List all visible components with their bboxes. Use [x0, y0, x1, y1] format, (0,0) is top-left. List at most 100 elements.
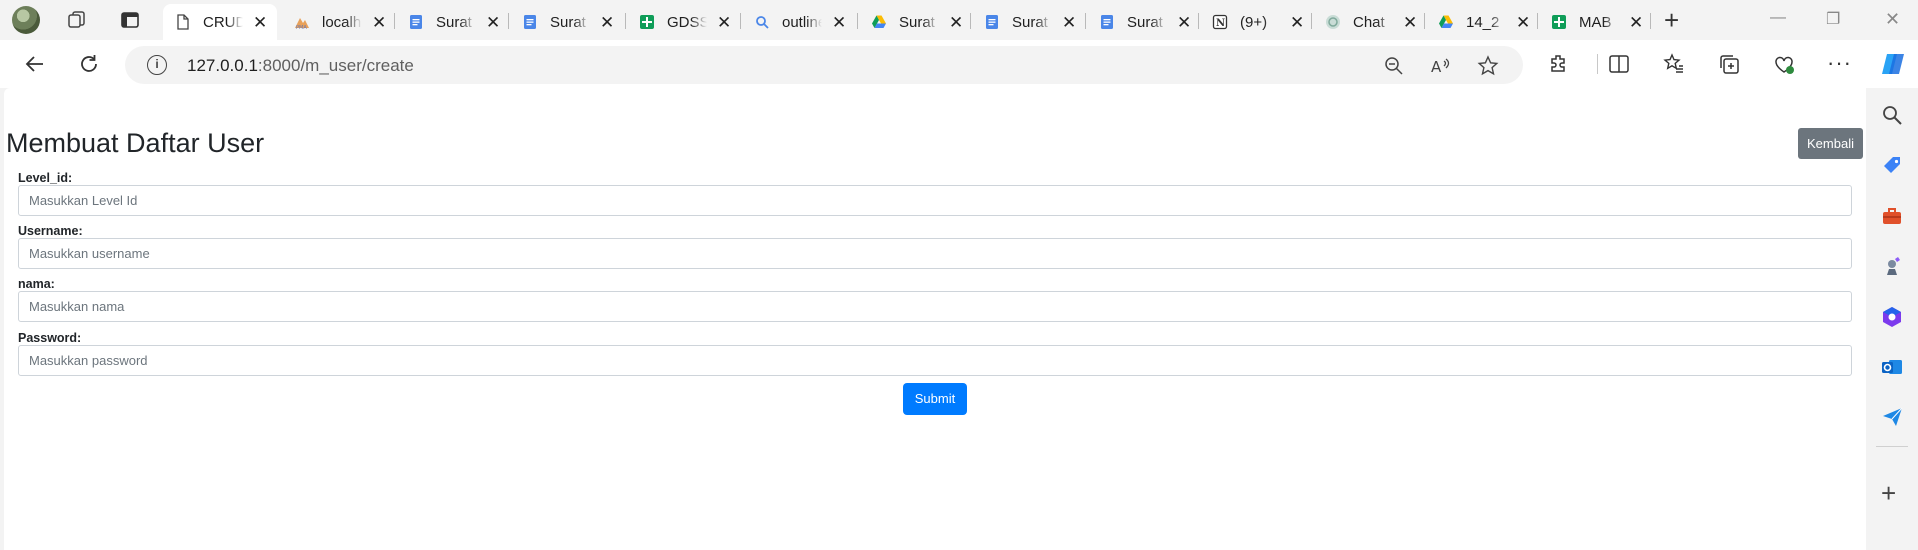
nama-label: nama: — [18, 277, 55, 291]
tab-chatgpt[interactable]: Chat ✕ — [1313, 4, 1423, 40]
password-input[interactable]: Masukkan password — [18, 345, 1852, 376]
address-bar[interactable]: i 127.0.0.1:8000/m_user/create A — [125, 46, 1523, 84]
tab-drive-14[interactable]: 14_2 ✕ — [1426, 4, 1534, 40]
collections-icon[interactable] — [1718, 53, 1740, 75]
docs-icon — [986, 15, 998, 29]
tab-surat-1[interactable]: Surat ✕ — [396, 4, 504, 40]
shopping-tag-icon[interactable] — [1881, 155, 1903, 177]
browser-essentials-icon[interactable] — [1773, 53, 1795, 75]
search-icon — [756, 16, 769, 29]
tools-icon[interactable] — [1881, 205, 1903, 227]
docs-icon — [524, 15, 536, 29]
search-icon[interactable] — [1881, 104, 1903, 126]
outlook-icon[interactable] — [1881, 356, 1903, 378]
read-aloud-icon[interactable]: A — [1430, 55, 1452, 77]
sheets-icon — [640, 15, 654, 29]
minimize-icon[interactable]: — — [1770, 9, 1786, 27]
back-button[interactable] — [21, 50, 49, 78]
tab-strip: CRUD ✕ PMA localhost ✕ Surat ✕ Surat ✕ G… — [0, 0, 1918, 40]
tab-title: CRUD — [203, 13, 243, 31]
drive-icon — [1439, 15, 1453, 28]
tab-title: 14_2 — [1466, 13, 1500, 31]
close-icon[interactable]: ✕ — [949, 14, 963, 31]
close-icon[interactable]: ✕ — [832, 14, 846, 31]
tab-surat-2[interactable]: Surat ✕ — [510, 4, 622, 40]
tab-localhost[interactable]: PMA localhost ✕ — [282, 4, 390, 40]
vertical-tabs-icon[interactable] — [120, 10, 140, 30]
arrow-left-icon — [25, 56, 43, 72]
level-id-input[interactable]: Masukkan Level Id — [18, 185, 1852, 216]
tab-separator — [1537, 13, 1538, 29]
close-icon[interactable]: ✕ — [1629, 14, 1643, 31]
close-icon[interactable]: ✕ — [717, 14, 731, 31]
copilot-icon[interactable] — [1880, 51, 1906, 77]
tab-separator — [508, 13, 509, 29]
password-label: Password: — [18, 331, 82, 345]
new-tab-button[interactable]: + — [1664, 7, 1679, 33]
tab-separator — [394, 13, 395, 29]
username-label: Username: — [18, 224, 83, 238]
close-icon[interactable]: ✕ — [1290, 14, 1304, 31]
tab-separator — [1085, 13, 1086, 29]
phpmyadmin-icon: PMA — [295, 18, 309, 30]
url-text[interactable]: 127.0.0.1:8000/m_user/create — [187, 56, 414, 76]
url-path: :8000/m_user/create — [257, 56, 414, 75]
favorite-star-icon[interactable] — [1477, 55, 1499, 77]
close-icon[interactable]: ✕ — [1516, 14, 1530, 31]
tab-outline[interactable]: outline ✕ — [742, 4, 854, 40]
workspaces-icon[interactable] — [67, 10, 87, 30]
tab-notion[interactable]: N (9+) ✕ — [1200, 4, 1310, 40]
tab-title: Surat — [899, 13, 935, 31]
refresh-button[interactable] — [75, 50, 103, 78]
tab-separator — [740, 13, 741, 29]
tab-surat-3[interactable]: Surat ✕ — [972, 4, 1082, 40]
tab-separator — [1424, 13, 1425, 29]
tab-title: outline — [782, 13, 822, 31]
nama-input[interactable]: Masukkan nama — [18, 291, 1852, 322]
close-icon[interactable]: ✕ — [600, 14, 614, 31]
tab-title: Surat — [550, 13, 586, 31]
submit-button[interactable]: Submit — [903, 383, 967, 415]
tab-separator — [1198, 13, 1199, 29]
close-icon[interactable]: ✕ — [1062, 14, 1076, 31]
more-options-icon[interactable]: ··· — [1827, 50, 1852, 76]
browser-toolbar: i 127.0.0.1:8000/m_user/create A ··· — [0, 40, 1918, 88]
close-icon[interactable]: ✕ — [372, 14, 386, 31]
close-icon[interactable]: ✕ — [253, 14, 267, 31]
split-screen-icon[interactable] — [1608, 53, 1630, 75]
tab-separator — [857, 13, 858, 29]
tab-separator — [1311, 13, 1312, 29]
extensions-icon[interactable] — [1548, 53, 1570, 75]
svg-text:PMA: PMA — [296, 25, 307, 30]
tab-surat-drive[interactable]: Surat ✕ — [859, 4, 967, 40]
microsoft-365-icon[interactable] — [1881, 306, 1903, 328]
url-host: 127.0.0.1 — [187, 56, 258, 75]
add-sidebar-item-icon[interactable]: + — [1881, 480, 1896, 506]
zoom-out-icon[interactable] — [1383, 55, 1405, 77]
chatgpt-icon — [1326, 15, 1340, 29]
tab-separator — [1650, 13, 1651, 29]
tab-gdss[interactable]: GDSS ✕ — [627, 4, 737, 40]
send-icon[interactable] — [1881, 406, 1903, 428]
site-info-icon[interactable]: i — [147, 55, 167, 75]
tab-title: localhost — [322, 13, 362, 31]
close-icon[interactable]: ✕ — [1177, 14, 1191, 31]
close-icon[interactable]: ✕ — [486, 14, 500, 31]
tab-mab[interactable]: MAB ✕ — [1539, 4, 1649, 40]
sidebar-separator — [1876, 446, 1908, 447]
tab-title: Surat — [1127, 13, 1163, 31]
close-window-icon[interactable]: ✕ — [1885, 9, 1900, 30]
games-icon[interactable] — [1881, 255, 1903, 277]
profile-avatar[interactable] — [12, 6, 40, 34]
edge-sidebar: + — [1866, 88, 1918, 550]
drive-icon — [872, 15, 886, 28]
close-icon[interactable]: ✕ — [1403, 14, 1417, 31]
tab-surat-4[interactable]: Surat ✕ — [1087, 4, 1197, 40]
username-input[interactable]: Masukkan username — [18, 238, 1852, 269]
restore-icon[interactable]: ❐ — [1826, 9, 1840, 29]
back-link-button[interactable]: Kembali — [1798, 128, 1863, 159]
tab-crud[interactable]: CRUD ✕ — [163, 4, 277, 40]
refresh-icon — [81, 55, 97, 72]
toolbar-separator — [1597, 54, 1598, 74]
favorites-icon[interactable] — [1663, 53, 1685, 75]
